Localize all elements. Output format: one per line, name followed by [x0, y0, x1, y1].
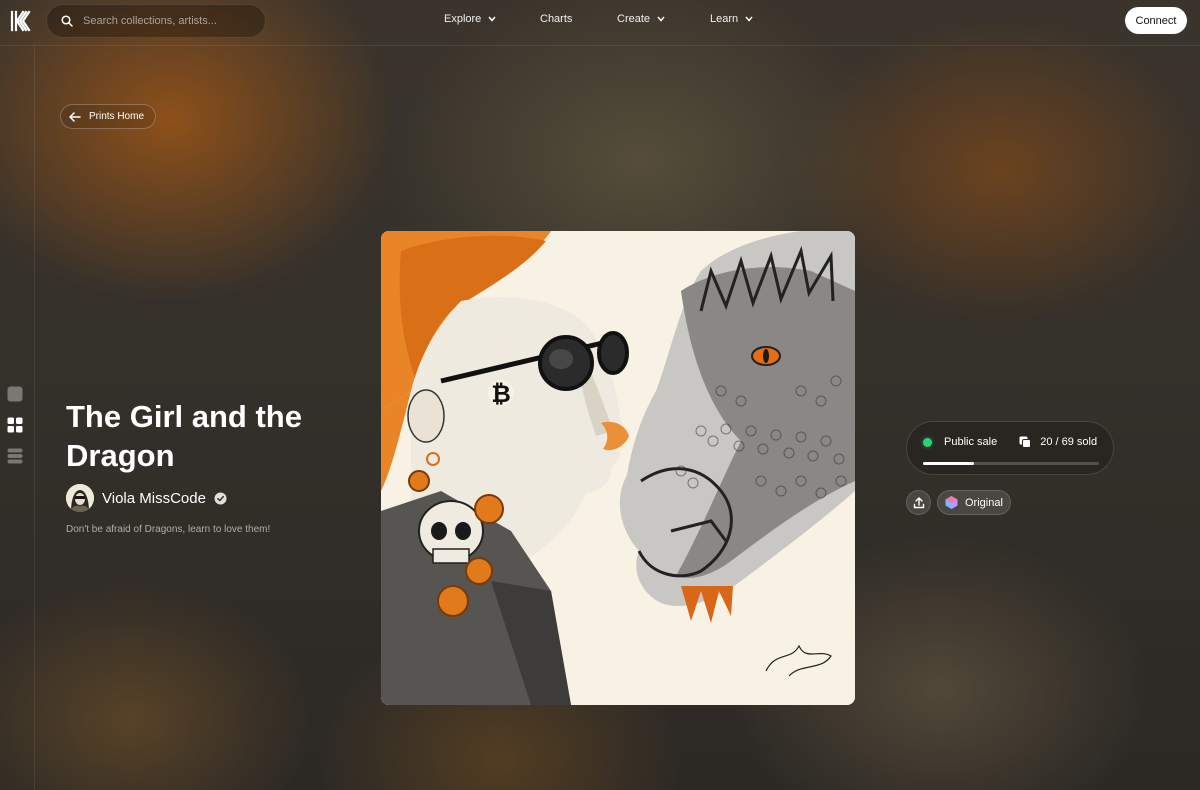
sale-progress-bar: [923, 462, 1099, 465]
nav-learn-label: Learn: [710, 13, 739, 25]
upload-icon: [913, 496, 924, 508]
share-button[interactable]: [906, 490, 931, 515]
sale-row: Public sale 20 / 69 sold: [923, 436, 1097, 448]
avatar: [66, 484, 94, 512]
artwork-title: The Girl and the Dragon: [66, 399, 302, 473]
artist-name: Viola MissCode: [102, 489, 206, 507]
cube-icon: [945, 496, 958, 509]
edition-type-button[interactable]: Original: [937, 490, 1011, 515]
sidebar-divider: [34, 46, 35, 790]
nav-explore-label: Explore: [444, 13, 482, 25]
copies-icon: [1019, 436, 1032, 448]
nav-charts[interactable]: Charts: [540, 13, 572, 25]
square-icon[interactable]: [7, 386, 23, 402]
sold-count: 20 / 69 sold: [1040, 436, 1098, 448]
chevron-down-icon: [745, 16, 753, 22]
sale-progress-fill: [923, 462, 975, 465]
svg-text:₿: ₿: [491, 380, 511, 408]
chevron-down-icon: [657, 16, 665, 22]
chevron-down-icon: [488, 16, 496, 22]
artwork-description: Don't be afraid of Dragons, learn to lov…: [66, 524, 271, 535]
connect-button[interactable]: Connect: [1125, 7, 1187, 34]
back-label: Prints Home: [89, 111, 145, 122]
nav-create-label: Create: [617, 13, 651, 25]
artist-link[interactable]: Viola MissCode: [66, 484, 227, 512]
edition-label: Original: [965, 496, 1003, 509]
search-icon: [61, 15, 73, 27]
sale-status: Public sale: [944, 436, 998, 448]
logo-icon[interactable]: [10, 10, 32, 32]
arrow-left-icon: [69, 111, 81, 122]
stack-icon[interactable]: [7, 448, 23, 464]
nav-create[interactable]: Create: [617, 13, 665, 25]
nav-learn[interactable]: Learn: [710, 13, 753, 25]
sale-status-panel: Public sale 20 / 69 sold: [906, 421, 1114, 475]
search-bar[interactable]: [46, 4, 266, 38]
verified-icon: [214, 492, 227, 504]
grid-icon[interactable]: [7, 417, 23, 433]
nav-explore[interactable]: Explore: [444, 13, 496, 25]
artwork-image[interactable]: ₿: [381, 231, 855, 705]
live-status-dot: [923, 437, 932, 447]
back-button[interactable]: Prints Home: [60, 104, 156, 129]
search-input[interactable]: [83, 15, 243, 27]
top-bar: Explore Charts Create Learn Connect: [0, 0, 1200, 46]
nav-charts-label: Charts: [540, 13, 573, 25]
